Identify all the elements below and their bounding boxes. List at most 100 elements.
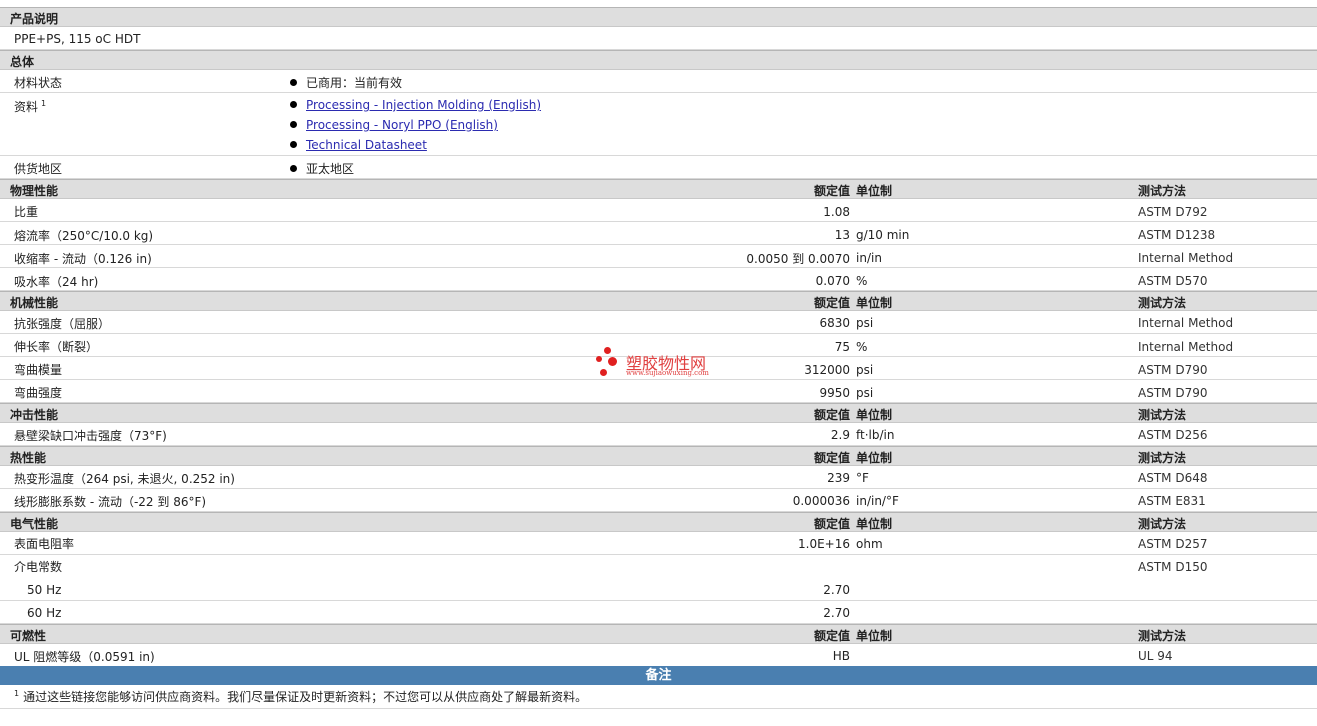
property-unit: %	[856, 274, 868, 288]
bullet-icon	[290, 101, 297, 108]
property-method: Internal Method	[1138, 340, 1234, 354]
header-unit: 单位制	[856, 296, 893, 310]
documents-label: 资料 1	[14, 99, 47, 114]
property-method: ASTM E831	[1138, 494, 1206, 508]
property-label: 抗张强度（屈服）	[14, 317, 111, 331]
doc-link-technical-datasheet[interactable]: Technical Datasheet	[306, 138, 427, 152]
material-status-row: 材料状态 已商用：当前有效	[0, 70, 1317, 93]
section-title: 冲击性能	[10, 408, 59, 422]
header-method: 测试方法	[1138, 451, 1187, 465]
header-value: 额定值	[813, 296, 850, 310]
section-title: 热性能	[10, 451, 47, 465]
property-row: 介电常数 ASTM D150	[0, 555, 1317, 578]
property-row: 热变形温度（264 psi, 未退火, 0.252 in) 239 °F ASTM D…	[0, 466, 1317, 489]
header-value: 额定值	[813, 184, 850, 198]
property-label: UL 阻燃等级（0.0591 in)	[14, 650, 155, 664]
property-value: 239	[827, 471, 850, 485]
property-row: 收缩率 - 流动（0.126 in) 0.0050 到 0.0070 in/in In…	[0, 245, 1317, 268]
section-header-general: 总体	[0, 50, 1317, 70]
doc-link-noryl-ppo[interactable]: Processing - Noryl PPO (English)	[306, 118, 498, 132]
header-value: 额定值	[813, 451, 850, 465]
bullet-icon	[290, 141, 297, 148]
notes-header: 备注	[0, 666, 1317, 685]
header-value: 额定值	[813, 517, 850, 531]
section-title: 产品说明	[10, 12, 59, 26]
property-label: 介电常数	[14, 560, 63, 574]
property-value: 6830	[819, 316, 850, 330]
property-subrow: 50 Hz 2.70	[0, 578, 1317, 601]
property-row: 悬壁梁缺口冲击强度（73°F) 2.9 ft·lb/in ASTM D256	[0, 423, 1317, 446]
property-label: 弯曲模量	[14, 363, 63, 377]
doc-link-injection-molding[interactable]: Processing - Injection Molding (English)	[306, 98, 541, 112]
notes-text: 1 通过这些链接您能够访问供应商资料。我们尽量保证及时更新资料；不过您可以从供应商…	[14, 689, 588, 704]
property-label: 比重	[14, 205, 39, 219]
section-title: 物理性能	[10, 184, 59, 198]
documents-row: 资料 1 Processing - Injection Molding (Engl…	[0, 93, 1317, 156]
property-method: ASTM D648	[1138, 471, 1208, 485]
doc-item: Processing - Injection Molding (English)	[290, 98, 541, 112]
watermark-url: www.sujiaowuxing.com	[626, 369, 709, 377]
property-row: 熔流率（250°C/10.0 kg) 13 g/10 min ASTM D1238	[0, 222, 1317, 245]
bullet-icon	[290, 165, 297, 172]
property-label: 吸水率（24 hr)	[14, 275, 99, 289]
property-value: 75	[834, 340, 850, 354]
description-row: PPE+PS, 115 oC HDT	[0, 27, 1317, 50]
property-unit: °F	[856, 471, 869, 485]
property-unit: %	[856, 340, 868, 354]
property-method: ASTM D1238	[1138, 228, 1216, 242]
property-row: UL 阻燃等级（0.0591 in) HB UL 94	[0, 644, 1317, 666]
region-row: 供货地区 亚太地区	[0, 156, 1317, 179]
header-unit: 单位制	[856, 184, 893, 198]
property-row: 吸水率（24 hr) 0.070% ASTM D570	[0, 268, 1317, 291]
section-header-thermal: 热性能 额定值 单位制 测试方法	[0, 446, 1317, 466]
header-unit: 单位制	[856, 517, 893, 531]
property-method: UL 94	[1138, 649, 1173, 663]
property-unit: in/in	[856, 251, 882, 265]
footnote-marker: 1	[41, 99, 47, 108]
property-unit: ft·lb/in	[856, 428, 895, 442]
section-header-description: 产品说明	[0, 7, 1317, 27]
section-title: 机械性能	[10, 296, 59, 310]
property-value: 1.0E+16	[798, 537, 850, 551]
description-text: PPE+PS, 115 oC HDT	[14, 32, 141, 46]
property-row: 比重 1.08 ASTM D792	[0, 199, 1317, 222]
material-status-value: 已商用：当前有效	[290, 74, 402, 91]
section-header-impact: 冲击性能 额定值 单位制 测试方法	[0, 403, 1317, 423]
property-value: 2.70	[823, 606, 850, 620]
property-value: HB	[832, 649, 850, 663]
property-unit: ohm	[856, 537, 883, 551]
section-header-electrical: 电气性能 额定值 单位制 测试方法	[0, 512, 1317, 532]
header-unit: 单位制	[856, 408, 893, 422]
property-row: 线形膨胀系数 - 流动（-22 到 86°F) 0.000036 in/in/°F A…	[0, 489, 1317, 512]
property-label: 表面电阻率	[14, 537, 75, 551]
property-value: 2.70	[823, 583, 850, 597]
header-method: 测试方法	[1138, 296, 1187, 310]
header-method: 测试方法	[1138, 184, 1187, 198]
property-label: 收缩率 - 流动（0.126 in)	[14, 252, 152, 266]
section-header-physical: 物理性能 额定值 单位制 测试方法	[0, 179, 1317, 199]
property-label: 60 Hz	[27, 606, 62, 620]
property-unit: in/in/°F	[856, 494, 899, 508]
property-method: Internal Method	[1138, 251, 1234, 265]
property-label: 线形膨胀系数 - 流动（-22 到 86°F)	[14, 495, 207, 509]
property-value: 13	[834, 228, 850, 242]
property-method: Internal Method	[1138, 316, 1234, 330]
property-label: 伸长率（断裂）	[14, 340, 99, 354]
notes-row: 1 通过这些链接您能够访问供应商资料。我们尽量保证及时更新资料；不过您可以从供应商…	[0, 685, 1317, 709]
section-header-flammability: 可燃性 额定值 单位制 测试方法	[0, 624, 1317, 644]
property-row: 表面电阻率 1.0E+16 ohm ASTM D257	[0, 532, 1317, 555]
header-value: 额定值	[813, 629, 850, 643]
property-label: 热变形温度（264 psi, 未退火, 0.252 in)	[14, 472, 235, 486]
property-label: 悬壁梁缺口冲击强度（73°F)	[14, 429, 167, 443]
property-value: 0.070	[815, 274, 850, 288]
header-value: 额定值	[813, 408, 850, 422]
section-header-mechanical: 机械性能 额定值 单位制 测试方法	[0, 291, 1317, 311]
header-method: 测试方法	[1138, 408, 1187, 422]
header-method: 测试方法	[1138, 517, 1187, 531]
region-value: 亚太地区	[290, 160, 354, 177]
header-unit: 单位制	[856, 629, 893, 643]
property-unit: psi	[856, 386, 874, 400]
section-title: 电气性能	[10, 517, 59, 531]
property-method: ASTM D257	[1138, 537, 1208, 551]
property-value: 9950	[819, 386, 850, 400]
